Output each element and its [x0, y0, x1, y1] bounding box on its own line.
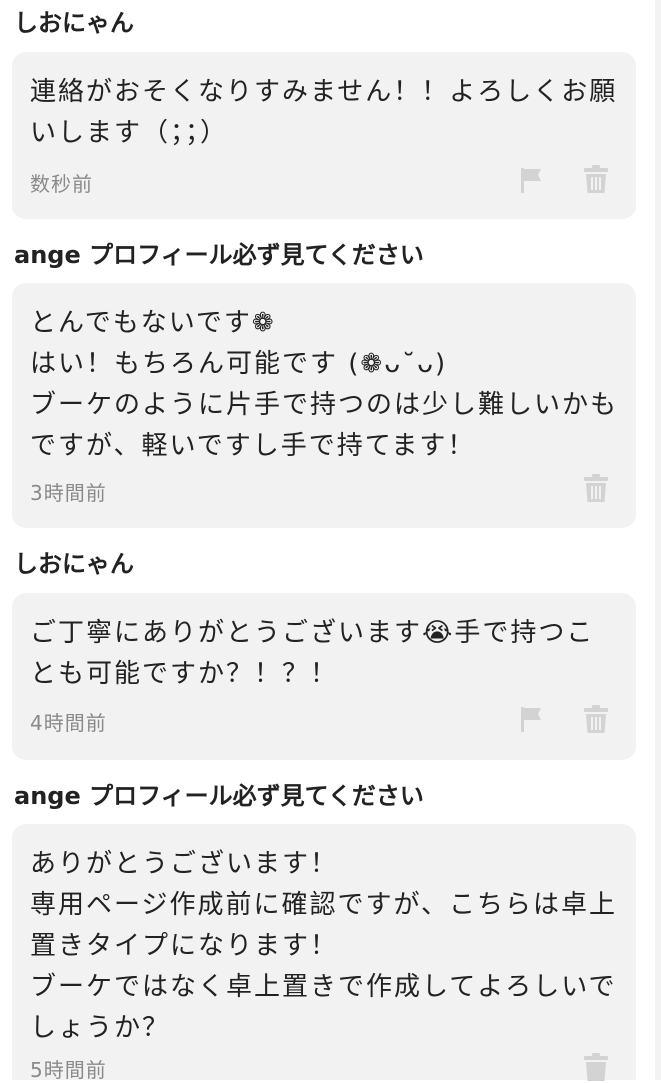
message-bubble: 連絡がおそくなりすみません！！よろしくお願いします（；；） 数秒前 — [12, 52, 636, 219]
sender-name: しおにゃん — [14, 9, 134, 37]
scrollbar-track[interactable] — [655, 0, 661, 1080]
message-timestamp: 数秒前 — [30, 172, 93, 196]
trash-icon[interactable] — [582, 164, 610, 194]
trash-icon[interactable] — [582, 704, 610, 734]
message-timestamp: 4時間前 — [30, 711, 107, 735]
message-text: 連絡がおそくなりすみません！！よろしくお願いします（；；） — [30, 77, 618, 148]
message-text: ご丁寧にありがとうございます😭手で持つことも可能ですか？！？！ — [30, 618, 595, 689]
message-timestamp: 5時間前 — [30, 1058, 107, 1082]
message-bubble: ありがとうございます！ 専用ページ作成前に確認ですが、こちらは卓上置きタイプにな… — [12, 824, 636, 1082]
sender-name: しおにゃん — [14, 550, 134, 578]
message-bubble: とんでもないです❁ はい！もちろん可能です (❁ᴗ˘ᴗ) ブーケのように片手で持… — [12, 283, 636, 528]
message-text: とんでもないです❁ はい！もちろん可能です (❁ᴗ˘ᴗ) ブーケのように片手で持… — [30, 308, 619, 461]
flag-icon[interactable] — [517, 704, 545, 734]
trash-icon[interactable] — [582, 1052, 610, 1082]
sender-name: ange プロフィール必ず見てください — [14, 241, 424, 269]
message-text: ありがとうございます！ 専用ページ作成前に確認ですが、こちらは卓上置きタイプにな… — [30, 849, 617, 1043]
message-timestamp: 3時間前 — [30, 481, 107, 505]
flag-icon[interactable] — [517, 165, 545, 195]
message-bubble: ご丁寧にありがとうございます😭手で持つことも可能ですか？！？！ 4時間前 — [12, 593, 636, 760]
sender-name: ange プロフィール必ず見てください — [14, 782, 424, 810]
trash-icon[interactable] — [582, 473, 610, 503]
